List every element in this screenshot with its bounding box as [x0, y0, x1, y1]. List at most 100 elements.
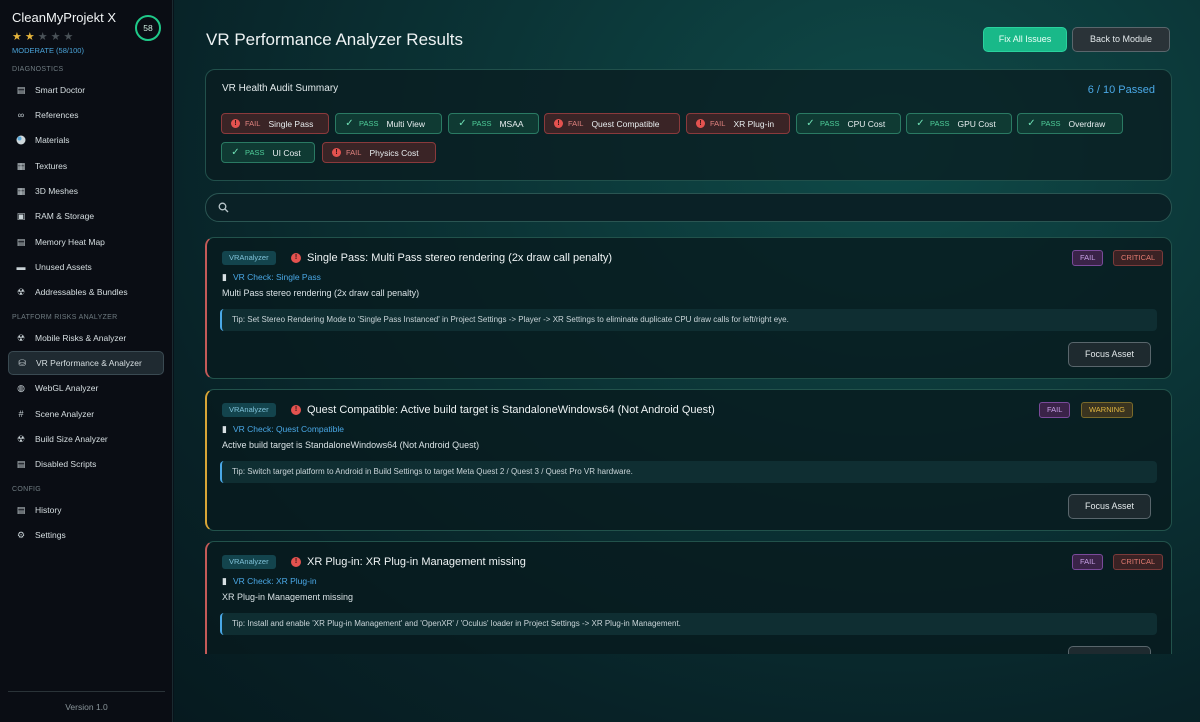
version-label: Version 1.0: [65, 702, 108, 712]
sidebar-item-smart-doctor[interactable]: ▤ Smart Doctor: [8, 79, 164, 101]
check-chip-quest-compatible: ! FAIL Quest Compatible: [544, 113, 680, 134]
storage-icon: ▣: [16, 210, 26, 221]
health-audit-summary: VR Health Audit Summary 6 / 10 Passed ! F…: [205, 69, 1172, 181]
sidebar-item-settings[interactable]: ⚙ Settings: [8, 524, 164, 546]
search-input[interactable]: [236, 198, 1156, 218]
score-ring: 58: [135, 15, 161, 41]
document-icon: ▮: [222, 272, 227, 282]
severity-badge: WARNING: [1081, 402, 1133, 418]
radiation-icon: ☢: [16, 332, 26, 343]
issue-description: Active build target is StandaloneWindows…: [222, 440, 480, 450]
sidebar-item-label: RAM & Storage: [35, 211, 95, 221]
link-icon: ∞: [17, 110, 25, 120]
issue-tip: Tip: Install and enable 'XR Plug-in Mana…: [220, 613, 1157, 635]
sidebar-item-mobile-risks[interactable]: ☢ Mobile Risks & Analyzer: [8, 327, 164, 349]
back-to-module-button[interactable]: Back to Module: [1072, 27, 1170, 52]
focus-asset-button[interactable]: Focus Asset: [1068, 646, 1151, 654]
sidebar-item-webgl-analyzer[interactable]: ◍ WebGL Analyzer: [8, 377, 164, 399]
star-filled-icon: ★: [24, 31, 38, 43]
check-chip-ui-cost: ✓ PASS UI Cost: [221, 142, 315, 163]
sidebar-item-label: Scene Analyzer: [35, 409, 95, 419]
error-icon: !: [291, 405, 301, 415]
sidebar-item-label: Settings: [35, 530, 66, 540]
issue-title: Single Pass: Multi Pass stereo rendering…: [307, 252, 613, 264]
source-tag: VRAnalyzer: [222, 403, 276, 417]
check-chip-multi-view: ✓ PASS Multi View: [335, 113, 442, 134]
sidebar-item-label: Unused Assets: [35, 262, 92, 272]
section-platform-risks: PLATFORM RISKS ANALYZER: [12, 314, 118, 321]
sidebar-item-label: Textures: [35, 161, 68, 171]
issue-title: Quest Compatible: Active build target is…: [307, 404, 715, 416]
issue-card: VRAnalyzer ! Quest Compatible: Active bu…: [205, 389, 1172, 531]
sidebar-item-materials[interactable]: Materials: [8, 129, 164, 151]
check-icon: ✓: [1027, 118, 1036, 129]
sidebar-item-textures[interactable]: ▦ Textures: [8, 155, 164, 177]
script-icon: ▤: [16, 458, 26, 469]
star-empty-icon: ★: [63, 31, 77, 43]
folder-icon: ▬: [16, 262, 26, 272]
check-link[interactable]: ▮ VR Check: Single Pass: [222, 272, 321, 283]
section-config: CONFIG: [12, 486, 42, 493]
sidebar-item-build-size[interactable]: ☢ Build Size Analyzer: [8, 428, 164, 450]
sidebar-item-unused-assets[interactable]: ▬ Unused Assets: [8, 256, 164, 278]
check-chip-single-pass: ! FAIL Single Pass: [221, 113, 329, 134]
cube-grid-icon: ▦: [16, 185, 26, 196]
issue-tip: Tip: Set Stereo Rendering Mode to 'Singl…: [220, 309, 1157, 331]
search-bar[interactable]: [205, 193, 1172, 222]
app-title: CleanMyProjekt X: [12, 10, 117, 25]
sidebar-item-vr-performance[interactable]: ⛁ VR Performance & Analyzer: [8, 351, 164, 375]
sidebar-item-3d-meshes[interactable]: ▦ 3D Meshes: [8, 180, 164, 202]
severity-badge: CRITICAL: [1113, 554, 1164, 570]
sidebar-item-history[interactable]: ▤ History: [8, 499, 164, 521]
star-empty-icon: ★: [50, 31, 64, 43]
vr-icon: ⛁: [18, 357, 26, 368]
heatmap-icon: ▤: [16, 236, 26, 247]
issue-card: VRAnalyzer ! XR Plug-in: XR Plug-in Mana…: [205, 541, 1172, 654]
issue-tip: Tip: Switch target platform to Android i…: [220, 461, 1157, 483]
check-icon: ✓: [916, 118, 925, 129]
check-chip-overdraw: ✓ PASS Overdraw: [1017, 113, 1123, 134]
sidebar-item-disabled-scripts[interactable]: ▤ Disabled Scripts: [8, 453, 164, 475]
star-filled-icon: ★: [12, 31, 25, 43]
check-icon: ✓: [458, 118, 467, 129]
error-icon: !: [554, 119, 563, 128]
sidebar-item-label: 3D Meshes: [35, 186, 78, 196]
sidebar-item-memory-heat-map[interactable]: ▤ Memory Heat Map: [8, 231, 164, 253]
section-diagnostics: DIAGNOSTICS: [12, 66, 64, 73]
issue-title: XR Plug-in: XR Plug-in Management missin…: [307, 556, 526, 568]
sidebar-item-references[interactable]: ∞ References: [8, 104, 164, 126]
brand: CleanMyProjekt X ★★★★★ MODERATE (58/100): [12, 10, 116, 55]
check-chip-gpu-cost: ✓ PASS GPU Cost: [906, 113, 1012, 134]
error-icon: !: [291, 557, 301, 567]
document-icon: ▮: [222, 576, 227, 586]
sidebar-item-addressables[interactable]: ☢ Addressables & Bundles: [8, 281, 164, 303]
search-icon: [218, 202, 229, 216]
hash-icon: #: [18, 409, 24, 419]
radiation-icon: ☢: [16, 286, 26, 297]
issue-card: VRAnalyzer ! Single Pass: Multi Pass ste…: [205, 237, 1172, 379]
sphere-icon: [16, 135, 26, 145]
globe-icon: ◍: [17, 382, 25, 393]
check-link[interactable]: ▮ VR Check: Quest Compatible: [222, 424, 344, 435]
check-chip-physics-cost: ! FAIL Physics Cost: [322, 142, 436, 163]
check-chip-msaa: ✓ PASS MSAA: [448, 113, 539, 134]
doc-icon: ▤: [16, 84, 26, 95]
history-icon: ▤: [16, 504, 26, 515]
sidebar-item-scene-analyzer[interactable]: # Scene Analyzer: [8, 403, 164, 425]
issues-list: VRAnalyzer ! Single Pass: Multi Pass ste…: [205, 237, 1172, 654]
error-icon: !: [291, 253, 301, 263]
sidebar-item-ram-storage[interactable]: ▣ RAM & Storage: [8, 205, 164, 227]
sidebar: CleanMyProjekt X ★★★★★ MODERATE (58/100)…: [0, 0, 173, 722]
document-icon: ▮: [222, 424, 227, 434]
focus-asset-button[interactable]: Focus Asset: [1068, 494, 1151, 519]
check-link[interactable]: ▮ VR Check: XR Plug-in: [222, 576, 317, 587]
sidebar-item-label: References: [35, 110, 79, 120]
fix-all-issues-button[interactable]: Fix All Issues: [983, 27, 1067, 52]
focus-asset-button[interactable]: Focus Asset: [1068, 342, 1151, 367]
sidebar-item-label: History: [35, 505, 62, 515]
sidebar-item-label: Smart Doctor: [35, 85, 86, 95]
sidebar-divider: [8, 691, 165, 692]
gear-icon: ⚙: [16, 529, 26, 540]
status-badge: FAIL: [1039, 402, 1071, 418]
issue-description: Multi Pass stereo rendering (2x draw cal…: [222, 288, 420, 298]
